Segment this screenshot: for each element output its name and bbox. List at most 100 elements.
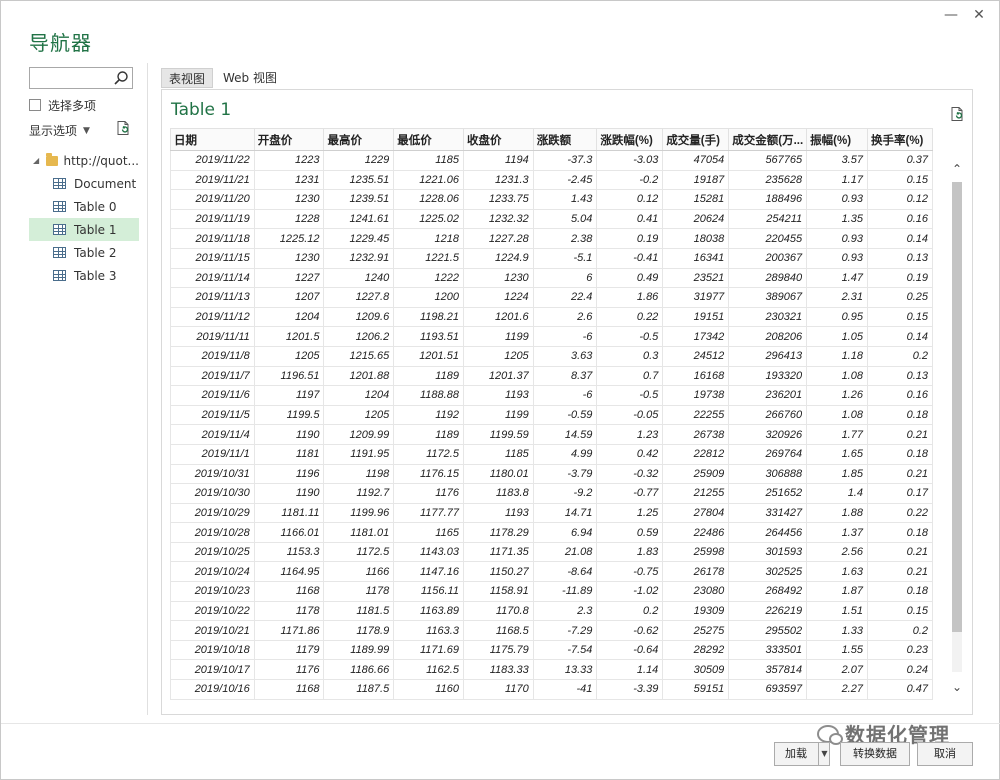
refresh-icon[interactable] [949,106,965,122]
column-header[interactable]: 涨跌幅(%) [596,128,664,151]
table-cell: 320926 [728,424,808,445]
column-header[interactable]: 收盘价 [462,128,534,151]
column-header[interactable]: 成交金额(万... [728,128,808,151]
multi-select-label: 选择多项 [48,98,97,113]
table-cell: 1192 [393,404,464,426]
scroll-track[interactable] [952,182,962,672]
table-cell: 0.16 [866,385,933,406]
tree-item-table-2[interactable]: Table 2 [29,241,139,264]
table-cell: 0.18 [866,443,933,465]
column-header[interactable]: 最低价 [393,128,464,151]
cancel-button[interactable]: 取消 [917,742,973,766]
table-cell: 1190 [253,483,325,504]
table-cell: 1.08 [806,365,868,387]
table-cell: 2019/11/19 [170,208,255,230]
tree-root-node[interactable]: ◢ http://quot... [29,149,139,172]
table-cell: 1.63 [806,561,868,583]
table-cell: 1221.06 [393,169,464,191]
wechat-logo-icon [817,724,843,745]
multi-select-option[interactable]: 选择多项 [29,97,96,113]
table-row: 2019/11/4 1190 1209.99 1189 1199.59 14.59 1.23… [170,424,933,445]
table-cell: 235628 [728,169,808,191]
table-cell: 2.07 [806,659,868,681]
table-cell: -0.5 [596,385,664,406]
tab-table-view[interactable]: 表视图 [161,68,214,88]
column-header[interactable]: 开盘价 [253,128,325,151]
table-cell: 59151 [662,679,730,700]
table-cell: 1186.66 [323,659,395,681]
table-cell: 1166.01 [253,522,325,543]
table-cell: 1224 [462,287,534,308]
load-dropdown-arrow-icon[interactable]: ▼ [818,742,830,766]
table-cell: 19738 [662,385,730,406]
display-options-dropdown[interactable]: 显示选项 ▼ [29,122,90,139]
table-cell: 0.41 [596,208,664,230]
table-row: 2019/11/22 1223 1229 1185 1194 -37.3 -3.03 4705… [170,150,933,171]
table-cell: 1206.2 [323,326,395,347]
table-cell: 1175.79 [462,639,534,661]
column-header[interactable]: 日期 [170,128,255,151]
table-cell: 2.3 [532,600,598,622]
table-cell: -6 [532,326,598,347]
tree-item-table-0[interactable]: Table 0 [29,195,139,218]
table-cell: 0.13 [866,247,933,269]
table-cell: 1205 [253,345,325,367]
data-grid: 日期 开盘价 最高价 最低价 收盘价 涨跌额 涨跌幅(%) 成交量(手) 成交金额(万... 振幅… [170,128,933,700]
table-cell: 15281 [662,189,730,210]
table-cell: 1.23 [596,424,664,445]
table-cell: 2019/11/5 [170,404,255,426]
table-row: 2019/10/17 1176 1186.66 1162.5 1183.33 13.33 1… [170,659,933,681]
vertical-scrollbar[interactable]: ⌃ ⌄ [949,150,965,704]
tree-item-document[interactable]: Document [29,172,139,195]
table-cell: 2019/11/20 [170,189,255,210]
tree-item-table-3[interactable]: Table 3 [29,264,139,287]
table-cell: 1201.88 [323,365,395,387]
table-cell: 2019/11/22 [170,150,255,171]
table-cell: 1187.5 [323,679,395,700]
scroll-thumb[interactable] [952,182,962,632]
table-cell: 1189 [393,365,464,387]
table-cell: 1.55 [806,639,868,661]
table-cell: 1215.65 [323,345,395,367]
table-cell: 1178.29 [462,522,534,543]
table-cell: 0.93 [806,247,868,269]
table-cell: 0.95 [806,306,868,328]
table-row: 2019/11/20 1230 1239.51 1228.06 1233.75 1.43 0… [170,189,933,210]
multi-select-checkbox[interactable] [29,99,41,111]
close-button[interactable]: ✕ [967,5,991,25]
table-row: 2019/11/18 1225.12 1229.45 1218 1227.28 2.38 0… [170,228,933,249]
tree-item-table-1[interactable]: Table 1 [29,218,139,241]
scroll-up-arrow-icon[interactable]: ⌃ [949,162,965,178]
minimize-button[interactable]: — [939,5,963,25]
table-cell: 0.42 [596,443,664,465]
transform-data-button[interactable]: 转换数据 [840,742,910,766]
chevron-down-icon: ▼ [83,125,90,136]
table-cell: -6 [532,385,598,406]
table-cell: 0.14 [866,326,933,347]
preview-pane: Table 1 日期 开盘价 最高价 最低价 收盘价 涨跌额 涨跌幅(%) 成交量(手) 成交金… [161,89,973,715]
table-cell: 200367 [728,247,808,269]
table-cell: 1165 [393,522,464,543]
tab-web-view[interactable]: Web 视图 [216,68,284,88]
table-cell: 1177.77 [393,502,464,524]
refresh-icon[interactable] [115,120,131,136]
column-header[interactable]: 最高价 [323,128,395,151]
table-cell: 1227.8 [323,287,395,308]
table-cell: 0.19 [596,228,664,249]
expand-icon[interactable]: ◢ [33,156,42,165]
column-header[interactable]: 振幅(%) [806,128,868,151]
table-cell: 1221.5 [393,247,464,269]
table-cell: 0.21 [866,424,933,445]
table-cell: 2.27 [806,679,868,700]
table-cell: -41 [532,679,598,700]
column-header[interactable]: 涨跌额 [532,128,598,151]
scroll-down-arrow-icon[interactable]: ⌄ [949,680,965,696]
column-header[interactable]: 换手率(%) [866,128,933,151]
search-icon[interactable] [113,70,129,86]
table-cell: 1198.21 [393,306,464,328]
table-cell: 567765 [728,150,808,171]
search-input[interactable] [33,69,113,89]
search-box[interactable] [29,67,133,89]
table-row: 2019/11/1 1181 1191.95 1172.5 1185 4.99 0.42 22… [170,443,933,465]
column-header[interactable]: 成交量(手) [662,128,730,151]
